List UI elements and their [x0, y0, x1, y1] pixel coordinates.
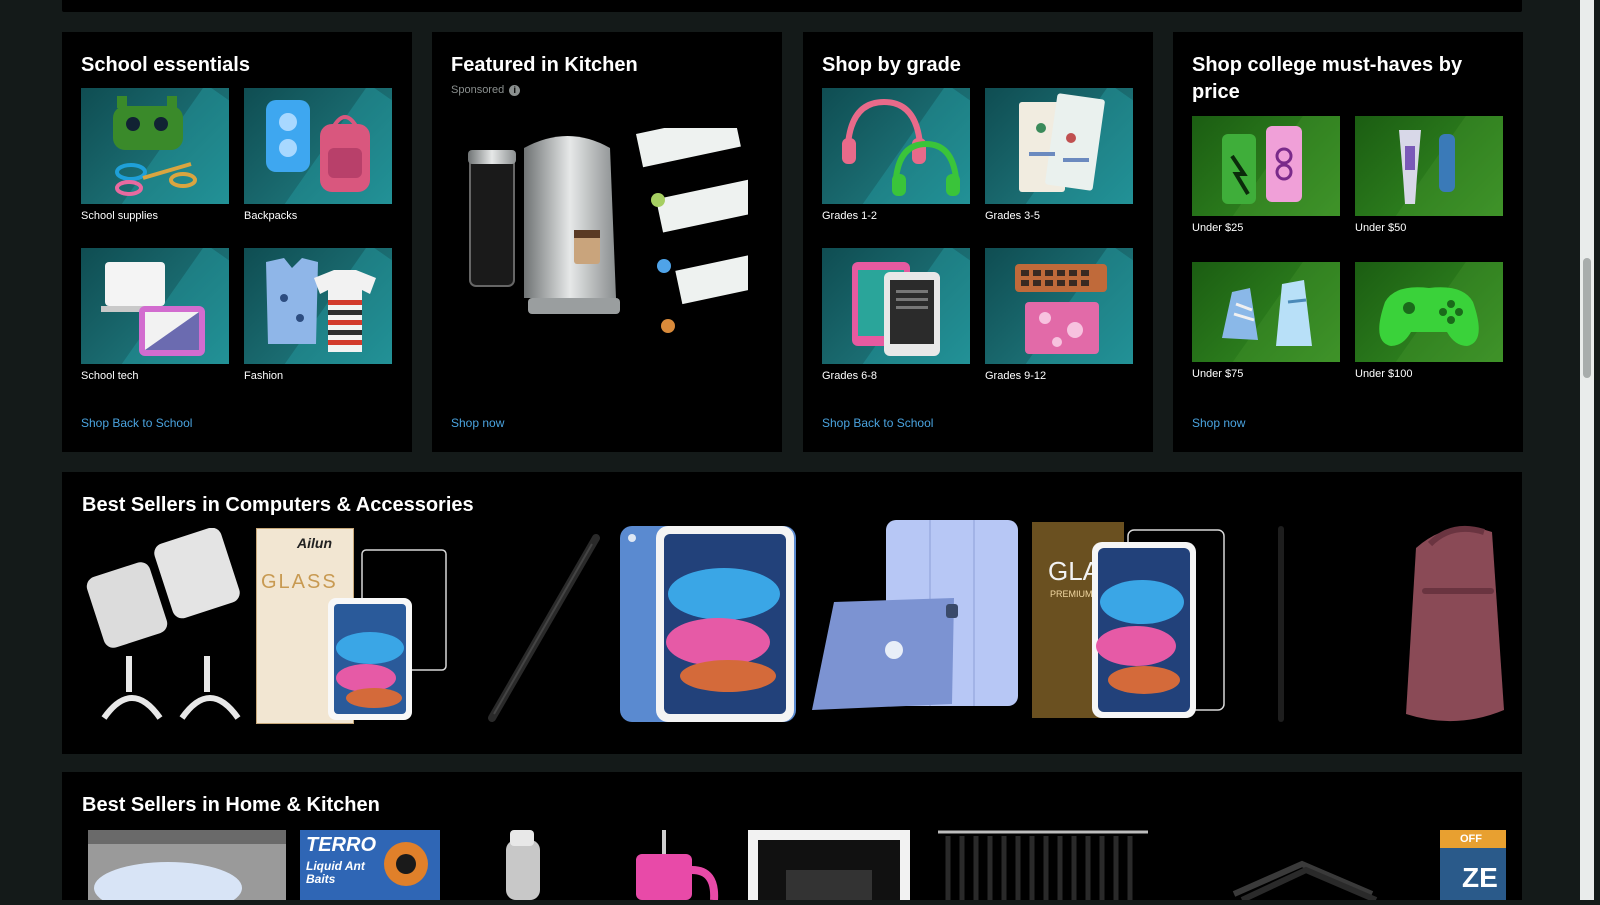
keyboard-image [985, 248, 1133, 364]
best-sellers-computers-panel: Best Sellers in Computers & Accessories … [62, 472, 1522, 754]
info-icon[interactable]: i [509, 84, 521, 96]
headphones-image [822, 88, 970, 204]
product-shower-curtain[interactable] [938, 828, 1148, 900]
fashion-image [244, 248, 392, 364]
tile-grades-9-12[interactable]: Grades 9-12 [985, 248, 1133, 382]
tile-grades-6-8[interactable]: Grades 6-8 [822, 248, 970, 382]
tile-under-75[interactable]: Under $75 [1192, 262, 1340, 380]
tile-label: Grades 1-2 [822, 210, 878, 222]
page: School essentials School supplies Backpa… [0, 0, 1600, 905]
terro-product: Liquid Ant Baits [306, 859, 365, 886]
tile-label: Under $100 [1355, 368, 1413, 380]
tile-grades-1-2[interactable]: Grades 1-2 [822, 88, 970, 222]
best-sellers-home-panel: Best Sellers in Home & Kitchen TERRO Liq… [62, 772, 1522, 905]
tile-label: Backpacks [244, 210, 298, 222]
tile-fashion[interactable]: Fashion [244, 248, 392, 382]
tile-label: School supplies [81, 210, 159, 222]
product-usb-c-chargers[interactable] [82, 527, 242, 728]
drinks-image [1192, 116, 1340, 216]
product-hangers[interactable] [1228, 854, 1378, 903]
product-stylus-pen[interactable] [472, 528, 622, 728]
shop-now-link[interactable]: Shop now [451, 416, 504, 430]
product-offer-box[interactable]: OFF ZE [1440, 830, 1506, 900]
card-featured-kitchen: Featured in Kitchen Sponsored i Shop now [432, 32, 782, 452]
tile-label: Under $50 [1355, 222, 1407, 234]
product-ipad-case[interactable] [810, 520, 1020, 732]
shop-now-link[interactable]: Shop now [1192, 416, 1245, 430]
product-laptop-backpack[interactable] [1396, 518, 1506, 730]
product-picture-frame[interactable] [748, 830, 910, 900]
tile-under-25[interactable]: Under $25 [1192, 116, 1340, 234]
coffee-machine-image[interactable] [468, 113, 781, 388]
sponsored-label: Sponsored i [451, 84, 521, 96]
tile-label: School tech [81, 370, 139, 382]
product-ipad[interactable] [620, 524, 796, 728]
scrollbar-thumb[interactable] [1583, 258, 1591, 378]
razor-image [1355, 116, 1503, 216]
tile-school-tech[interactable]: School tech [81, 248, 229, 382]
ereader-image [822, 248, 970, 364]
card-college-must-haves: Shop college must-haves by price Under $… [1173, 32, 1523, 452]
product-pillows[interactable] [88, 830, 286, 905]
notebooks-image [985, 88, 1133, 204]
card-title: Shop by grade [822, 54, 961, 76]
section-title: Best Sellers in Computers & Accessories [82, 494, 474, 516]
tile-label: Fashion [244, 370, 284, 382]
shop-back-to-school-link[interactable]: Shop Back to School [822, 416, 933, 430]
sneakers-image [1192, 262, 1340, 362]
sponsored-text: Sponsored [451, 84, 505, 96]
terro-brand: TERRO [306, 834, 376, 856]
ze-text: ZE [1462, 862, 1498, 893]
top-panel-edge [62, 0, 1522, 12]
frame-photo [786, 870, 872, 900]
backpacks-image [244, 88, 392, 204]
tile-school-supplies[interactable]: School supplies [81, 88, 229, 222]
shop-back-to-school-link[interactable]: Shop Back to School [81, 416, 192, 430]
controller-image [1355, 262, 1503, 362]
product-tumbler[interactable] [622, 830, 722, 901]
product-glass-screen-protector[interactable]: GLAS PREMIUM [1032, 522, 1232, 728]
product-ailun-screen-protector[interactable]: Ailun GLASS [256, 528, 456, 732]
tile-backpacks[interactable]: Backpacks [244, 88, 392, 222]
tile-grades-3-5[interactable]: Grades 3-5 [985, 88, 1133, 222]
card-school-essentials: School essentials School supplies Backpa… [62, 32, 412, 452]
section-title: Best Sellers in Home & Kitchen [82, 794, 380, 816]
tile-label: Grades 6-8 [822, 370, 878, 382]
card-title: Featured in Kitchen [451, 54, 638, 76]
card-title: School essentials [81, 54, 250, 76]
card-shop-by-grade: Shop by grade Grades 1-2 Grades 3-5 Grad… [803, 32, 1153, 452]
tile-label: Grades 9-12 [985, 370, 1047, 382]
tile-label: Under $25 [1192, 222, 1244, 234]
tile-label: Under $75 [1192, 368, 1244, 380]
product-water-bottle[interactable] [492, 830, 552, 900]
tile-label: Grades 3-5 [985, 210, 1041, 222]
tile-under-50[interactable]: Under $50 [1355, 116, 1503, 234]
tile-under-100[interactable]: Under $100 [1355, 262, 1503, 380]
product-thin-stylus[interactable] [1272, 526, 1292, 726]
school-tech-image [81, 248, 229, 364]
vertical-scrollbar[interactable] [1580, 0, 1594, 900]
product-terro-ant-baits[interactable]: TERRO Liquid Ant Baits [300, 830, 440, 900]
card-title: Shop college must-haves by price [1192, 54, 1463, 103]
school-supplies-image [81, 88, 229, 204]
offer-text: OFF [1460, 833, 1482, 845]
